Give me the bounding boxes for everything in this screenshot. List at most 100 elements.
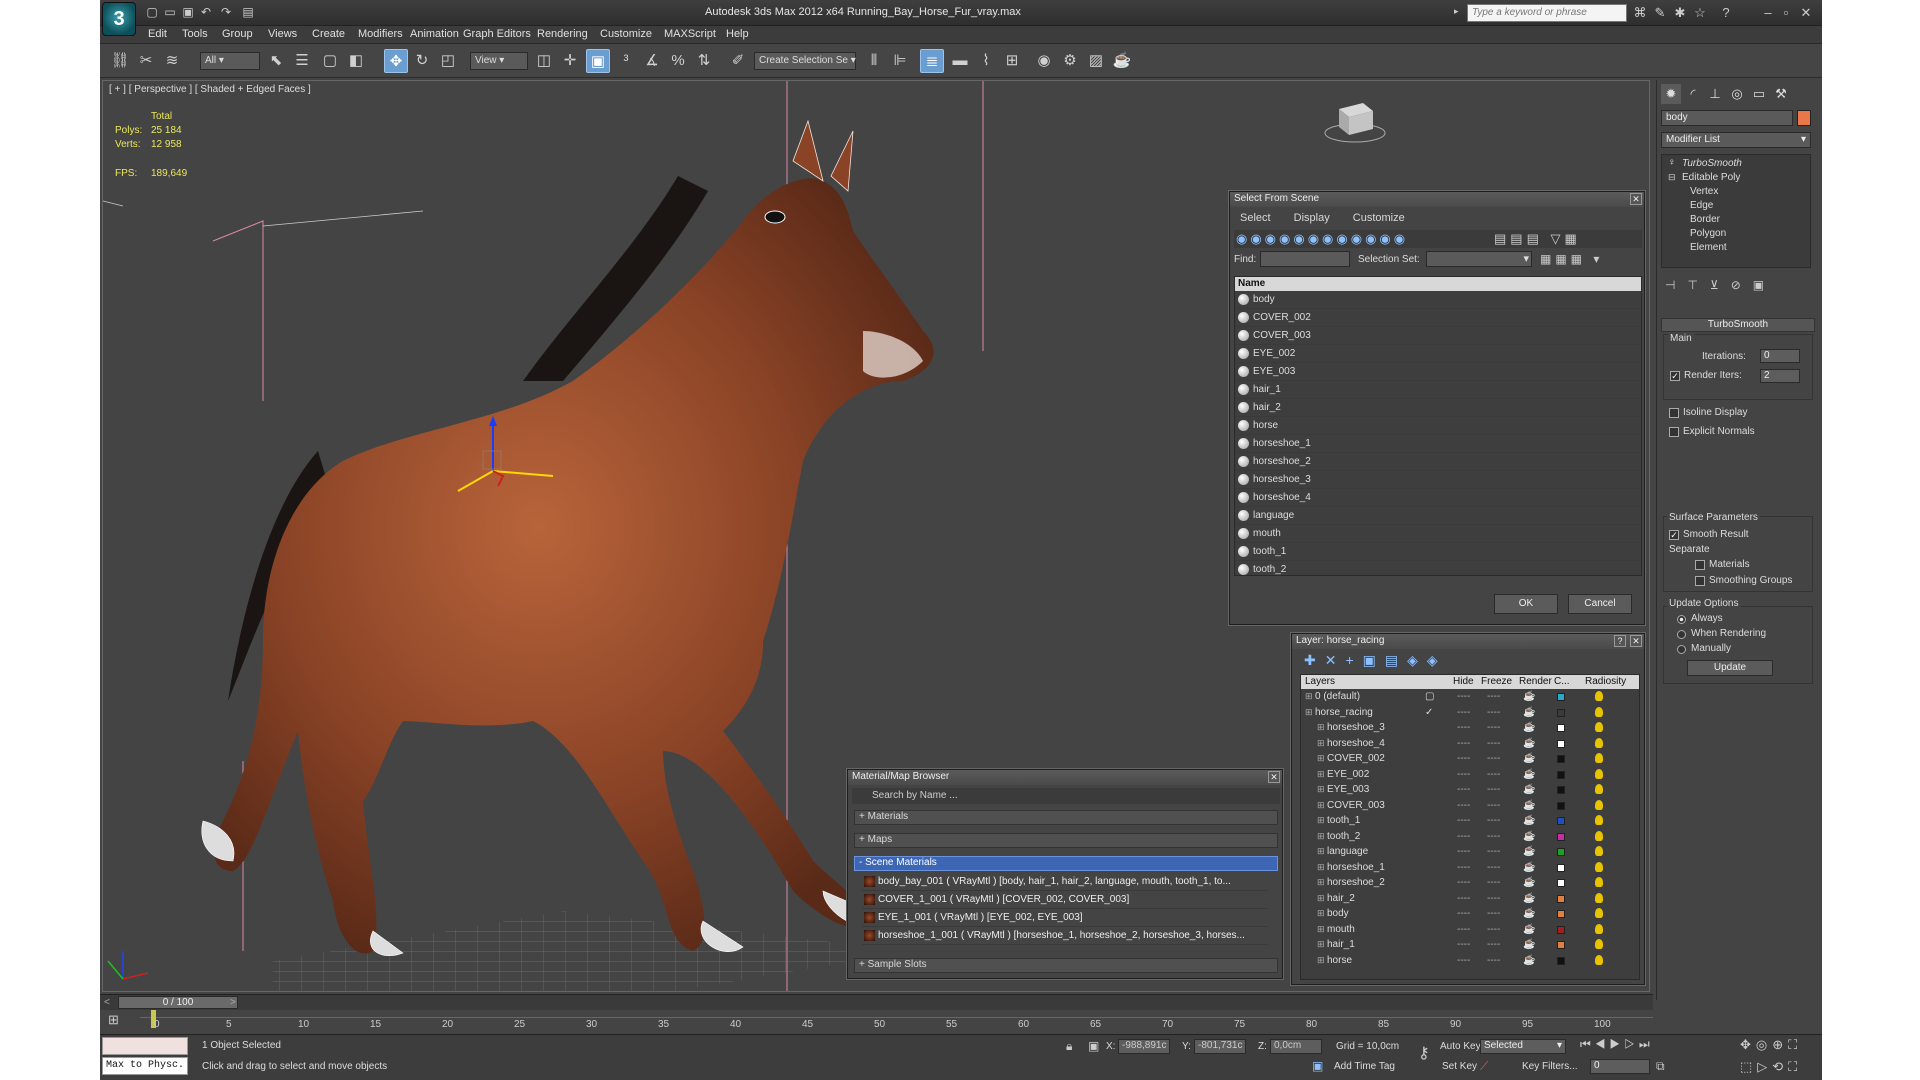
time-tag-icon[interactable]: ▣ bbox=[1312, 1059, 1323, 1073]
stack-toolbar-icons[interactable]: ⊣⊤⊻⊘▣ bbox=[1665, 278, 1776, 292]
layer-row[interactable]: ⊞ mouth ---- ---- ☕ bbox=[1301, 922, 1639, 938]
freeze-toggle[interactable]: ---- bbox=[1487, 937, 1500, 952]
expand-arrow-icon[interactable]: ▸ bbox=[1454, 6, 1459, 17]
freeze-column-header[interactable]: Freeze bbox=[1481, 676, 1512, 687]
menu-help[interactable]: Help bbox=[726, 28, 749, 40]
layer-color-swatch[interactable] bbox=[1557, 755, 1565, 763]
radiosity-bulb-icon[interactable] bbox=[1595, 768, 1603, 779]
sample-slots-section[interactable]: + Sample Slots bbox=[854, 958, 1278, 973]
object-list-row[interactable]: horseshoe_2 bbox=[1235, 453, 1641, 471]
layer-row[interactable]: ⊞ tooth_1 ---- ---- ☕ bbox=[1301, 813, 1639, 829]
slider-left-arrow-icon[interactable]: < bbox=[104, 997, 110, 1008]
layer-row[interactable]: ⊞ COVER_003 ---- ---- ☕ bbox=[1301, 798, 1639, 814]
set-key-filter-icon[interactable]: ⟋ bbox=[1480, 1059, 1488, 1074]
close-window-icon[interactable]: ✕ bbox=[1798, 5, 1814, 21]
select-manipulate-icon[interactable]: ✛ bbox=[558, 49, 582, 73]
color-column-header[interactable]: C... bbox=[1554, 676, 1570, 687]
iterations-spinner[interactable]: 0 bbox=[1760, 349, 1800, 363]
cancel-button[interactable]: Cancel bbox=[1568, 594, 1632, 614]
freeze-toggle[interactable]: ---- bbox=[1487, 860, 1500, 875]
stack-turbosmooth[interactable]: TurboSmooth bbox=[1682, 158, 1742, 169]
hide-toggle[interactable]: ---- bbox=[1457, 751, 1470, 766]
radiosity-bulb-icon[interactable] bbox=[1595, 908, 1603, 918]
absolute-mode-icon[interactable]: ▣ bbox=[1088, 1039, 1099, 1053]
modify-tab-icon[interactable]: ◜ bbox=[1683, 84, 1703, 104]
radiosity-bulb-icon[interactable] bbox=[1595, 830, 1603, 841]
object-list-row[interactable]: horseshoe_1 bbox=[1235, 435, 1641, 453]
smoothing-groups-checkbox[interactable] bbox=[1695, 576, 1705, 586]
layer-node-icon[interactable]: ⊞ bbox=[1317, 829, 1325, 844]
radiosity-bulb-icon[interactable] bbox=[1595, 799, 1603, 810]
set-key-button[interactable]: Set Key bbox=[1442, 1061, 1477, 1072]
render-teapot-icon[interactable]: ☕ bbox=[1523, 875, 1535, 890]
radiosity-bulb-icon[interactable] bbox=[1595, 954, 1603, 965]
create-tab-icon[interactable]: ✹ bbox=[1661, 84, 1681, 104]
hide-toggle[interactable]: ---- bbox=[1457, 922, 1470, 937]
layer-node-icon[interactable]: ⊞ bbox=[1305, 689, 1313, 704]
unlink-icon[interactable]: ✂ bbox=[134, 49, 158, 73]
layer-manager-dialog[interactable]: Layer: horse_racing ? ✕ ✚✕+▣▤◈◈ Layers H… bbox=[1291, 633, 1645, 985]
hide-toggle[interactable]: ---- bbox=[1457, 782, 1470, 797]
layer-row[interactable]: ⊞ horseshoe_1 ---- ---- ☕ bbox=[1301, 860, 1639, 876]
freeze-toggle[interactable]: ---- bbox=[1487, 953, 1500, 968]
layer-node-icon[interactable]: ⊞ bbox=[1317, 844, 1325, 859]
sfs-menu-display[interactable]: Display bbox=[1294, 212, 1330, 224]
layer-node-icon[interactable]: ⊞ bbox=[1317, 736, 1325, 751]
percent-snap-icon[interactable]: % bbox=[666, 49, 690, 73]
layer-row[interactable]: ⊞ horse_racing ---- ---- ☕ ✓ bbox=[1301, 705, 1639, 721]
render-teapot-icon[interactable]: ☕ bbox=[1523, 813, 1535, 828]
render-teapot-icon[interactable]: ☕ bbox=[1523, 860, 1535, 875]
selection-lock-icon[interactable]: 🔒︎ bbox=[1066, 1039, 1072, 1054]
hide-toggle[interactable]: ---- bbox=[1457, 937, 1470, 952]
object-list-row[interactable]: mouth bbox=[1235, 525, 1641, 543]
freeze-toggle[interactable]: ---- bbox=[1487, 844, 1500, 859]
freeze-toggle[interactable]: ---- bbox=[1487, 906, 1500, 921]
bind-space-warp-icon[interactable]: ≋ bbox=[160, 49, 184, 73]
hide-toggle[interactable]: ---- bbox=[1457, 720, 1470, 735]
layer-color-swatch[interactable] bbox=[1557, 848, 1565, 856]
object-list[interactable]: Name body COVER_002 COVER_003 EYE_002 EYE_00… bbox=[1234, 276, 1642, 576]
hide-toggle[interactable]: ---- bbox=[1457, 705, 1470, 720]
add-time-tag-label[interactable]: Add Time Tag bbox=[1334, 1061, 1395, 1072]
menu-edit[interactable]: Edit bbox=[148, 28, 167, 40]
material-map-browser[interactable]: Material/Map Browser ✕ Search by Name ..… bbox=[847, 769, 1283, 979]
angle-snap-icon[interactable]: ∡ bbox=[640, 49, 664, 73]
layer-node-icon[interactable]: ⊞ bbox=[1317, 875, 1325, 890]
isoline-display-checkbox[interactable] bbox=[1669, 408, 1679, 418]
turbosmooth-rollout-header[interactable]: TurboSmooth bbox=[1661, 318, 1815, 332]
layer-color-swatch[interactable] bbox=[1557, 894, 1565, 903]
freeze-toggle[interactable]: ---- bbox=[1487, 891, 1500, 906]
layer-row[interactable]: ⊞ horseshoe_3 ---- ---- ☕ bbox=[1301, 720, 1639, 736]
rectangular-selection-icon[interactable]: ▢ bbox=[318, 49, 342, 73]
radiosity-bulb-icon[interactable] bbox=[1595, 815, 1603, 825]
scene-material-item[interactable]: EYE_1_001 ( VRayMtl ) [EYE_002, EYE_003] bbox=[862, 909, 1268, 927]
layer-row[interactable]: ⊞ horse ---- ---- ☕ bbox=[1301, 953, 1639, 969]
object-list-row[interactable]: tooth_2 bbox=[1235, 561, 1641, 575]
menu-views[interactable]: Views bbox=[268, 28, 297, 40]
scale-icon[interactable]: ◰ bbox=[436, 49, 460, 73]
freeze-toggle[interactable]: ---- bbox=[1487, 813, 1500, 828]
schematic-view-icon[interactable]: ⊞ bbox=[1000, 49, 1024, 73]
layer-toolbar-icons[interactable]: ✚✕+▣▤◈◈ bbox=[1304, 652, 1447, 669]
select-from-scene-dialog[interactable]: Select From Scene ✕ Select Display Custo… bbox=[1229, 191, 1645, 625]
layer-row[interactable]: ⊞ horseshoe_2 ---- ---- ☕ bbox=[1301, 875, 1639, 891]
close-dialog-icon[interactable]: ✕ bbox=[1268, 771, 1280, 783]
maxscript-listener-input[interactable]: Max to Physc. bbox=[102, 1057, 188, 1075]
radiosity-bulb-icon[interactable] bbox=[1595, 706, 1603, 717]
menu-rendering[interactable]: Rendering bbox=[537, 28, 588, 40]
x-coordinate-input[interactable]: -988,891c bbox=[1118, 1039, 1170, 1054]
stack-edge[interactable]: Edge bbox=[1690, 200, 1713, 211]
layer-row[interactable]: ⊞ body ---- ---- ☕ bbox=[1301, 906, 1639, 922]
layer-node-icon[interactable]: ⊞ bbox=[1305, 705, 1313, 720]
rendered-frame-window-icon[interactable]: ▨ bbox=[1084, 49, 1108, 73]
layer-node-icon[interactable]: ⊞ bbox=[1317, 782, 1325, 797]
layer-color-swatch[interactable] bbox=[1557, 956, 1565, 965]
stack-element[interactable]: Element bbox=[1690, 242, 1727, 253]
hide-toggle[interactable]: ---- bbox=[1457, 844, 1470, 859]
display-filter-icons[interactable]: ◉◉◉◉◉◉◉◉◉◉◉◉ bbox=[1236, 231, 1408, 247]
update-button[interactable]: Update bbox=[1687, 660, 1773, 676]
hide-toggle[interactable]: ---- bbox=[1457, 906, 1470, 921]
keyboard-shortcut-override-icon[interactable]: ▣ bbox=[586, 49, 610, 73]
search-input[interactable]: Type a keyword or phrase bbox=[1467, 4, 1627, 22]
light-bulb-icon[interactable]: ♀ bbox=[1668, 157, 1676, 168]
